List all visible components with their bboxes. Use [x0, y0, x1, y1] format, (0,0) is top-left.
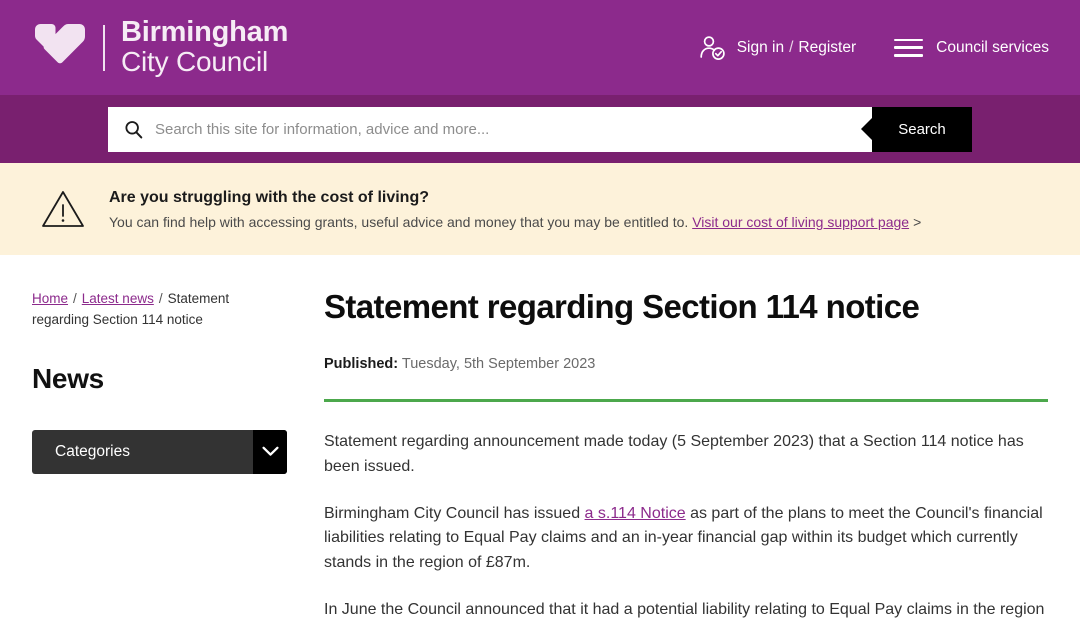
- paragraph-text: In June the Council announced that it ha…: [324, 600, 1045, 618]
- register-link[interactable]: Register: [798, 39, 856, 56]
- user-verified-icon: [700, 35, 725, 60]
- auth-separator: /: [789, 38, 794, 56]
- logo-divider: [103, 24, 105, 71]
- breadcrumb-item-latest-news[interactable]: Latest news: [82, 291, 154, 306]
- sign-in-link[interactable]: Sign in: [737, 39, 784, 56]
- cost-of-living-chevron: >: [913, 213, 922, 230]
- cost-of-living-title: Are you struggling with the cost of livi…: [109, 188, 429, 206]
- auth-group: Sign in / Register: [698, 34, 856, 62]
- article-paragraph: Statement regarding announcement made to…: [324, 430, 1048, 480]
- s114-notice-link[interactable]: a s.114 Notice: [585, 505, 686, 522]
- green-divider: [324, 398, 1048, 402]
- paragraph-text: Statement regarding announcement made to…: [324, 432, 1024, 475]
- search-submit-button[interactable]: Search: [872, 106, 972, 152]
- article-content: Statement regarding Section 114 notice P…: [319, 288, 1048, 618]
- site-header: Birmingham City Council Sign in / Register…: [0, 0, 1080, 95]
- cost-of-living-description: You can find help with accessing grants,…: [109, 213, 689, 230]
- breadcrumb-separator: /: [73, 291, 77, 306]
- sidebar-heading-news: News: [32, 362, 104, 394]
- published-value: Tuesday, 5th September 2023: [401, 355, 596, 372]
- search-input[interactable]: [155, 120, 872, 138]
- paragraph-text: Birmingham City Council has issued: [324, 504, 585, 522]
- search-field[interactable]: [108, 106, 872, 152]
- article-paragraph: Birmingham City Council has issued a s.1…: [324, 502, 1048, 576]
- published-label: Published:: [324, 355, 399, 372]
- hamburger-menu-icon[interactable]: [894, 38, 924, 57]
- site-logo[interactable]: Birmingham City Council: [31, 18, 288, 76]
- published-date: Published: Tuesday, 5th September 2023: [324, 356, 1048, 372]
- warning-triangle-icon: [42, 191, 84, 227]
- breadcrumb: Home / Latest news / Statement regarding Sec…: [32, 289, 289, 331]
- council-services-button[interactable]: Council services: [894, 38, 1049, 57]
- search-band: Search: [0, 95, 1080, 163]
- cost-of-living-banner: Are you struggling with the cost of livi…: [0, 163, 1080, 255]
- sidebar: Home / Latest news / Statement regarding Sec…: [32, 289, 319, 618]
- brand-text: Birmingham City Council: [121, 18, 288, 76]
- heart-logo-icon: [35, 23, 85, 63]
- cost-of-living-subtitle: You can find help with accessing grants,…: [109, 214, 921, 230]
- article-paragraph: In June the Council announced that it ha…: [324, 598, 1048, 618]
- breadcrumb-item-home[interactable]: Home: [32, 291, 68, 306]
- site-search: Search: [108, 106, 972, 152]
- brand-line-1: Birmingham: [121, 16, 289, 49]
- categories-dropdown-label: Categories: [55, 442, 130, 460]
- cost-of-living-support-link[interactable]: Visit our cost of living support page: [692, 214, 909, 230]
- categories-dropdown[interactable]: Categories: [32, 429, 287, 474]
- cost-of-living-text: Are you struggling with the cost of livi…: [109, 189, 921, 230]
- breadcrumb-separator: /: [158, 291, 163, 306]
- council-services-label: Council services: [936, 38, 1049, 56]
- brand-line-2: City Council: [121, 46, 268, 78]
- auth-links: Sign in / Register: [737, 39, 856, 57]
- header-right-group: Sign in / Register Council services: [698, 34, 1049, 62]
- search-icon: [125, 120, 143, 138]
- page-body: Home / Latest news / Statement regarding Sec…: [0, 255, 1080, 618]
- page-title: Statement regarding Section 114 notice: [324, 288, 920, 325]
- chevron-down-icon[interactable]: [253, 429, 287, 474]
